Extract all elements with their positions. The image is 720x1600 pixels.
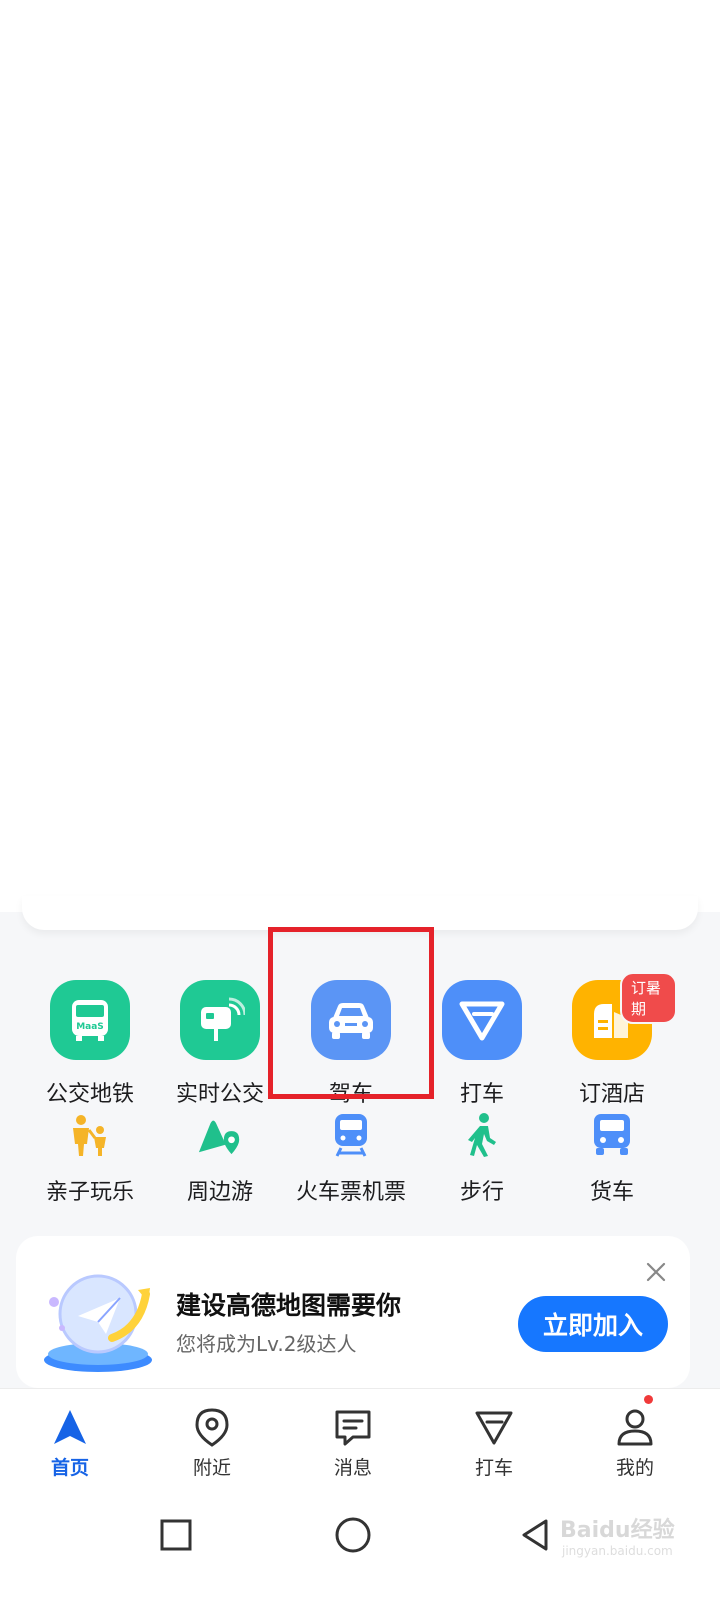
tab-me[interactable]: 我的 <box>580 1395 690 1483</box>
recents-icon[interactable] <box>151 1510 201 1560</box>
service-bus-metro[interactable]: MaaS 公交地铁 <box>25 980 155 1107</box>
service-train-flight[interactable]: 火车票机票 <box>286 1110 416 1205</box>
notification-dot <box>644 1395 653 1404</box>
user-icon <box>615 1407 655 1447</box>
service-family-fun[interactable]: 亲子玩乐 <box>25 1110 155 1205</box>
truck-icon <box>589 1112 635 1158</box>
close-icon[interactable] <box>644 1260 668 1284</box>
tab-home[interactable]: 首页 <box>15 1403 125 1483</box>
service-nearby-trip[interactable]: 周边游 <box>155 1110 285 1205</box>
service-label: 火车票机票 <box>295 1180 406 1205</box>
join-now-button[interactable]: 立即加入 <box>518 1296 668 1352</box>
watermark-text: Baidu经验 <box>560 1518 675 1543</box>
service-truck[interactable]: 货车 <box>547 1110 677 1205</box>
taxi-icon <box>442 980 522 1060</box>
tab-label: 首页 <box>50 1457 89 1479</box>
tab-label: 打车 <box>474 1457 513 1479</box>
promo-subtitle: 您将成为Lv.2级达人 <box>176 1332 357 1356</box>
tab-label: 我的 <box>615 1457 654 1479</box>
bus-stop-icon <box>180 980 260 1060</box>
promo-card[interactable]: 建设高德地图需要你 您将成为Lv.2级达人 立即加入 <box>16 1236 690 1388</box>
mountain-pin-icon <box>197 1112 243 1158</box>
bus-icon-text: MaaS <box>76 1022 104 1032</box>
watermark-logo: Baidu经验 jingyan.baidu.com <box>560 1492 710 1572</box>
taxi-icon <box>474 1407 514 1447</box>
tab-taxi[interactable]: 打车 <box>439 1403 549 1483</box>
promo-title: 建设高德地图需要你 <box>176 1291 402 1320</box>
service-label: 步行 <box>459 1180 504 1205</box>
paper-plane-icon <box>42 1268 158 1376</box>
service-walk[interactable]: 步行 <box>417 1110 547 1205</box>
navigation-arrow-icon <box>50 1407 90 1447</box>
service-label: 亲子玩乐 <box>45 1180 134 1205</box>
service-taxi[interactable]: 打车 <box>417 980 547 1107</box>
map-area[interactable] <box>0 0 720 930</box>
home-icon[interactable] <box>328 1510 378 1560</box>
walking-icon <box>459 1112 505 1158</box>
search-card[interactable] <box>22 896 698 930</box>
back-icon[interactable] <box>510 1510 560 1560</box>
service-label: 货车 <box>589 1180 634 1205</box>
train-icon <box>328 1112 374 1158</box>
service-hotel[interactable]: 订暑期 订酒店 <box>547 972 677 1107</box>
service-realtime-bus[interactable]: 实时公交 <box>155 980 285 1107</box>
service-label: 周边游 <box>186 1180 253 1205</box>
service-label: 打车 <box>459 1082 504 1107</box>
promo-badge: 订暑期 <box>620 972 677 1024</box>
highlight-box <box>268 927 434 1099</box>
bottom-tab-bar: 首页 附近 消息 打车 我的 <box>0 1388 720 1496</box>
bus-icon: MaaS <box>50 980 130 1060</box>
service-label: 订酒店 <box>578 1082 645 1107</box>
message-icon <box>333 1407 373 1447</box>
family-icon <box>67 1112 113 1158</box>
service-label: 实时公交 <box>175 1082 264 1107</box>
tab-label: 消息 <box>333 1457 372 1479</box>
location-pin-icon <box>192 1407 232 1447</box>
watermark-subtext: jingyan.baidu.com <box>562 1544 673 1558</box>
tab-label: 附近 <box>192 1457 231 1479</box>
service-label: 公交地铁 <box>45 1082 134 1107</box>
tab-nearby[interactable]: 附近 <box>157 1403 267 1483</box>
tab-messages[interactable]: 消息 <box>298 1403 408 1483</box>
